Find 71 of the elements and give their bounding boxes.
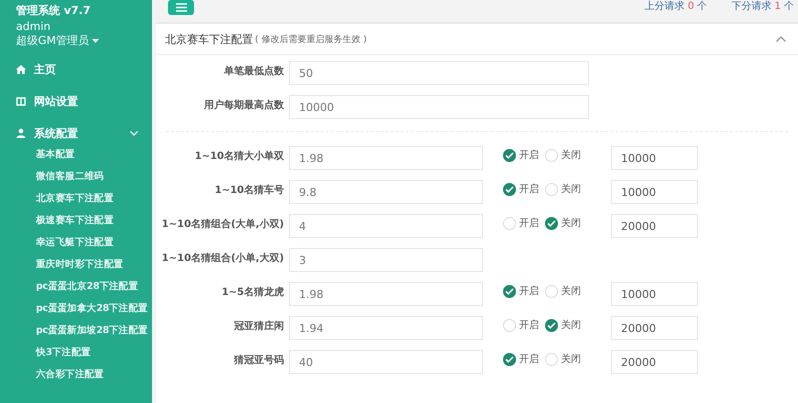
field-label: 1~5名猜龙虎 [220, 286, 284, 300]
submenu-item[interactable]: 极速赛车下注配置 [16, 210, 114, 232]
radio-button[interactable]: 关闭 [545, 182, 581, 196]
field-label: 1~10名猜车号 [214, 183, 284, 198]
nav-item[interactable]: 系统配置 [16, 122, 138, 144]
chevron-icon [130, 130, 138, 136]
radio-button[interactable]: 关闭 [545, 148, 581, 162]
radio-circle[interactable] [545, 216, 558, 230]
radio-circle[interactable] [503, 284, 516, 298]
field-label: 冠亚猜庄闲 [233, 319, 284, 334]
input-field[interactable]: 10000 [289, 95, 589, 119]
radio-button[interactable]: 关闭 [545, 216, 581, 230]
request-counter[interactable]: 下分请求 1 个 [731, 1, 794, 13]
radio-button[interactable]: 开启 [503, 318, 539, 332]
input-field[interactable]: 4 [289, 214, 483, 238]
submenu-item[interactable]: 北京赛车下注配置 [16, 188, 114, 210]
panel-title: 北京赛车下注配置 [165, 32, 253, 46]
field-label: 1~10名猜大小单双 [194, 150, 284, 164]
input-field[interactable]: 10000 [611, 282, 698, 306]
request-counter[interactable]: 上分请求 0 个 [644, 1, 708, 13]
nav-item[interactable]: 主页 [16, 58, 138, 80]
book-icon [16, 96, 26, 106]
submenu-item[interactable]: pc蛋蛋新加坡28下注配置 [16, 320, 148, 342]
input-field[interactable]: 1.94 [289, 316, 483, 340]
radio-button[interactable]: 关闭 [545, 284, 581, 298]
radio-circle[interactable] [503, 352, 516, 366]
role-dropdown[interactable]: 超级GM管理员 [16, 34, 100, 48]
input-field[interactable]: 3 [289, 248, 483, 272]
radio-button[interactable]: 开启 [503, 352, 539, 366]
input-field[interactable]: 10000 [611, 180, 698, 204]
input-field[interactable]: 1.98 [289, 146, 483, 170]
home-icon [16, 64, 26, 74]
field-label: 用户每期最高点数 [203, 98, 284, 113]
field-label: 1~10名猜组合(大单,小双) [160, 218, 284, 232]
collapse-icon[interactable] [776, 36, 786, 42]
submenu-item[interactable]: 六合彩下注配置 [16, 364, 104, 386]
menu-button[interactable] [168, 0, 194, 15]
radio-circle[interactable] [545, 318, 558, 332]
nav-item[interactable]: 网站设置 [16, 90, 138, 112]
field-label: 猜冠亚号码 [232, 354, 284, 368]
app-title: 管理系统 v7.7 [16, 4, 90, 18]
submenu-item[interactable]: 基本配置 [16, 144, 75, 166]
caret-icon [92, 38, 100, 44]
field-label: 单笔最低点数 [223, 64, 284, 79]
submenu-item[interactable]: pc蛋蛋加拿大28下注配置 [16, 298, 148, 320]
submenu-item[interactable]: 快3下注配置 [16, 342, 91, 364]
user-icon [16, 128, 26, 138]
radio-circle[interactable] [503, 182, 516, 196]
input-field[interactable]: 20000 [611, 214, 698, 238]
input-field[interactable]: 20000 [611, 350, 698, 374]
radio-button[interactable]: 关闭 [545, 352, 581, 366]
menu-icon [176, 3, 186, 12]
input-field[interactable]: 50 [289, 61, 589, 85]
submenu-item[interactable]: 重庆时时彩下注配置 [16, 254, 124, 276]
radio-button[interactable]: 开启 [503, 182, 539, 196]
panel-note: ( 修改后需要重启服务生效 ) [255, 34, 367, 46]
input-field[interactable]: 9.8 [289, 180, 483, 204]
radio-button[interactable]: 开启 [503, 284, 539, 298]
input-field[interactable]: 10000 [611, 146, 698, 170]
radio-button[interactable]: 开启 [503, 216, 539, 230]
input-field[interactable]: 1.98 [289, 282, 483, 306]
user-name: admin [16, 20, 50, 34]
radio-button[interactable]: 开启 [503, 148, 539, 162]
radio-circle[interactable] [503, 148, 516, 162]
input-field[interactable]: 20000 [611, 316, 698, 340]
radio-button[interactable]: 关闭 [545, 318, 581, 332]
field-label: 1~10名猜组合(小单,大双) [160, 252, 284, 266]
input-field[interactable]: 40 [289, 350, 483, 374]
submenu-item[interactable]: 幸运飞艇下注配置 [16, 232, 114, 254]
submenu-item[interactable]: pc蛋蛋北京28下注配置 [16, 276, 138, 298]
submenu-item[interactable]: 微信客服二维码 [16, 166, 104, 188]
